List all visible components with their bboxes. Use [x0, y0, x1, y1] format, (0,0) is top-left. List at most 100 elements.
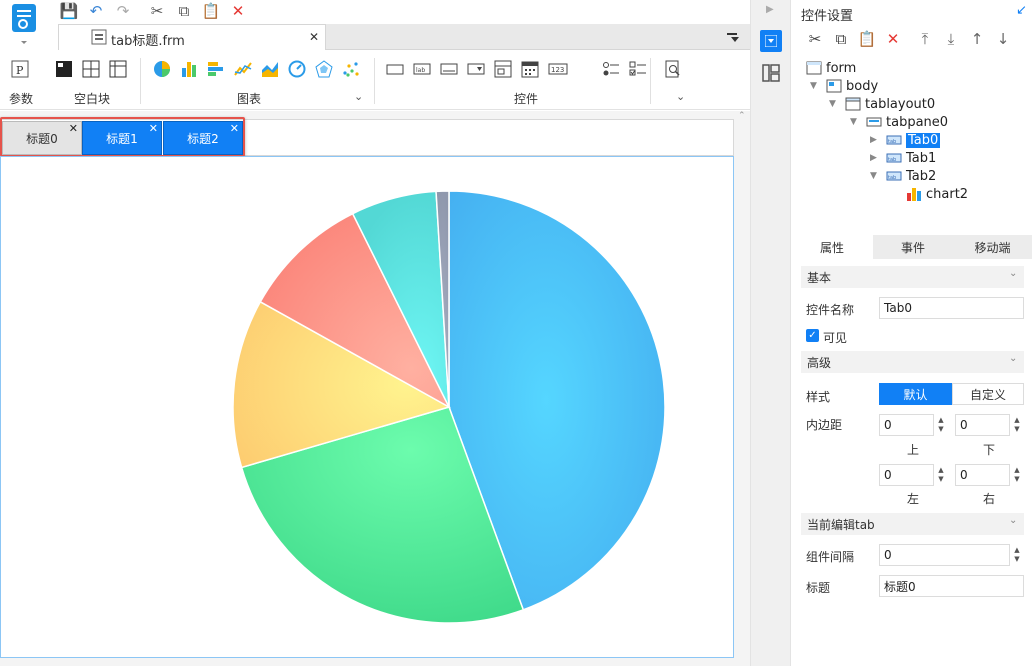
dropdown-widget-icon[interactable]	[467, 60, 485, 78]
section-basic[interactable]: 基本 ⌄	[801, 266, 1024, 288]
query-widget-icon[interactable]	[664, 60, 682, 78]
move-down-icon[interactable]: ↓	[994, 30, 1012, 48]
file-tab-label: tab标题.frm	[111, 34, 185, 49]
padding-top-stepper[interactable]: ▲ ▼	[934, 414, 948, 436]
split-block-icon[interactable]	[82, 60, 100, 78]
ribbon-group-blank: 空白块	[74, 92, 111, 106]
number-widget-icon[interactable]: 123	[548, 60, 568, 78]
tree-node-form[interactable]: form	[806, 59, 856, 77]
title-label: 标题	[806, 581, 831, 595]
component-layout-icon[interactable]	[762, 64, 780, 82]
tree-node-tablayout0[interactable]: tablayout0	[845, 95, 935, 113]
padding-top-input[interactable]: 0	[879, 414, 934, 436]
expand-arrow-icon[interactable]: ▼	[810, 81, 817, 91]
chart-panel[interactable]	[0, 156, 734, 658]
parameter-icon[interactable]: P	[11, 60, 29, 78]
horizontal-bar-icon[interactable]	[207, 60, 225, 78]
app-menu-icon[interactable]	[6, 2, 42, 46]
collapse-arrow-icon[interactable]: ▶	[870, 135, 877, 145]
padding-left-input[interactable]: 0	[879, 464, 934, 486]
delete-icon[interactable]: ✕	[229, 2, 247, 20]
copy-icon[interactable]: ⧉	[175, 2, 193, 20]
widget-settings-toggle[interactable]	[760, 30, 782, 52]
section-current-tab[interactable]: 当前编辑tab ⌄	[801, 513, 1024, 535]
style-custom-button[interactable]: 自定义	[952, 383, 1024, 405]
svg-text:lab: lab	[416, 67, 425, 74]
padding-right-input[interactable]: 0	[955, 464, 1010, 486]
line-chart-icon[interactable]	[234, 60, 252, 78]
padding-bottom-stepper[interactable]: ▲ ▼	[1010, 414, 1024, 436]
button-widget-icon[interactable]	[386, 60, 404, 78]
tab-block-icon[interactable]	[109, 60, 127, 78]
undo-icon[interactable]: ↶	[87, 2, 105, 20]
form-icon	[806, 61, 822, 75]
scroll-up-icon[interactable]: ⌃	[738, 111, 746, 121]
tree-node-tabpane0[interactable]: tabpane0	[866, 113, 948, 131]
section-advanced[interactable]: 高级 ⌄	[801, 351, 1024, 373]
canvas-scrollbar[interactable]: ⌃	[736, 111, 750, 666]
padding-right-label: 右	[983, 492, 996, 506]
date-widget-icon[interactable]	[521, 60, 539, 78]
collapse-arrow-icon[interactable]: ▶	[766, 4, 774, 15]
style-default-button[interactable]: 默认	[879, 383, 952, 405]
move-top-icon[interactable]: ⤒	[916, 30, 934, 48]
dropdown-menu-icon[interactable]	[725, 29, 741, 45]
tab-properties[interactable]: 属性	[791, 235, 873, 259]
tab-events[interactable]: 事件	[873, 235, 953, 259]
dropdown-panel-icon	[765, 35, 777, 47]
checkbox-group-icon[interactable]	[629, 60, 647, 78]
tree-node-tab2[interactable]: tab Tab2	[886, 167, 936, 185]
tree-node-body[interactable]: body	[826, 77, 878, 95]
bar-chart-icon[interactable]	[180, 60, 198, 78]
paste-icon[interactable]: 📋	[202, 2, 221, 20]
padding-bottom-input[interactable]: 0	[955, 414, 1010, 436]
textbox-widget-icon[interactable]	[440, 60, 458, 78]
cut-icon[interactable]: ✂	[148, 2, 166, 20]
label-widget-icon[interactable]: lab	[413, 60, 431, 78]
save-icon[interactable]: 💾	[60, 2, 79, 20]
chevron-down-icon[interactable]: ⌄	[354, 90, 363, 103]
move-bottom-icon[interactable]: ⤓	[942, 30, 960, 48]
blank-block-icon[interactable]	[55, 60, 73, 78]
tab-mobile[interactable]: 移动端	[953, 235, 1032, 259]
svg-text:P: P	[16, 64, 24, 77]
padding-left-stepper[interactable]: ▲ ▼	[934, 464, 948, 486]
file-tab[interactable]: tab标题.frm ✕	[58, 24, 326, 50]
tree-node-chart2[interactable]: chart2	[906, 185, 968, 203]
top-toolbar: 💾 ↶ ↷ ✂ ⧉ 📋 ✕	[0, 0, 750, 22]
copy-icon[interactable]: ⧉	[832, 30, 850, 48]
gap-input[interactable]: 0	[879, 544, 1010, 566]
chevron-down-icon: ⌄	[1009, 268, 1018, 279]
tree-node-tab0[interactable]: tab Tab0	[886, 131, 941, 149]
dropdown-tree-icon[interactable]	[494, 60, 512, 78]
expand-arrow-icon[interactable]: ▼	[870, 171, 877, 181]
cut-icon[interactable]: ✂	[806, 30, 824, 48]
style-label: 样式	[806, 390, 831, 404]
padding-right-stepper[interactable]: ▲ ▼	[1010, 464, 1024, 486]
pie-chart-icon[interactable]	[153, 60, 171, 78]
visible-checkbox[interactable]: ✓	[806, 329, 819, 342]
expand-arrow-icon[interactable]: ▼	[850, 117, 857, 127]
chevron-down-icon[interactable]: ⌄	[676, 90, 685, 103]
collapse-arrow-icon[interactable]: ▶	[870, 153, 877, 163]
scatter-chart-icon[interactable]	[342, 60, 360, 78]
radio-group-icon[interactable]	[602, 60, 620, 78]
gauge-chart-icon[interactable]	[288, 60, 306, 78]
file-tab-close-icon[interactable]: ✕	[309, 30, 319, 44]
svg-text:tab: tab	[888, 157, 896, 163]
body-icon	[826, 79, 842, 93]
paste-icon[interactable]: 📋	[858, 30, 877, 48]
widget-name-input[interactable]: Tab0	[879, 297, 1024, 319]
redo-icon[interactable]: ↷	[114, 2, 132, 20]
svg-text:tab: tab	[888, 139, 896, 145]
gap-stepper[interactable]: ▲ ▼	[1010, 544, 1024, 566]
area-chart-icon[interactable]	[261, 60, 279, 78]
expand-arrow-icon[interactable]: ▼	[829, 99, 836, 109]
pin-icon[interactable]: ↙	[1016, 3, 1027, 18]
delete-icon[interactable]: ✕	[884, 30, 902, 48]
tree-node-tab1[interactable]: tab Tab1	[886, 149, 936, 167]
title-input[interactable]: 标题0	[879, 575, 1024, 597]
move-up-icon[interactable]: ↑	[968, 30, 986, 48]
radar-chart-icon[interactable]	[315, 60, 333, 78]
tab-node-icon: tab	[886, 169, 902, 183]
